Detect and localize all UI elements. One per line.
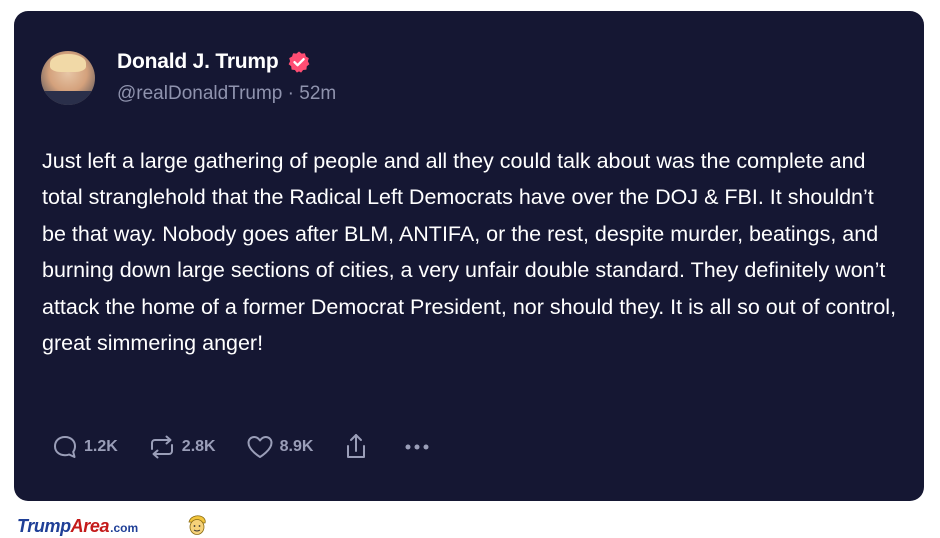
- like-count: 8.9K: [279, 438, 314, 455]
- more-icon: [405, 444, 429, 450]
- share-icon: [347, 434, 366, 458]
- handle-timestamp: @realDonaldTrump · 52m: [117, 83, 337, 104]
- repost-count: 2.8K: [181, 438, 216, 455]
- reply-count: 1.2K: [84, 438, 118, 455]
- watermark-part-1: Trump: [17, 516, 71, 536]
- avatar[interactable]: [41, 51, 95, 105]
- repost-icon: [150, 435, 173, 459]
- action-bar: 1.2K 2.8K 8.9K: [50, 431, 463, 463]
- post-card: Donald J. Trump @realDonaldTrump · 52m J…: [14, 11, 924, 501]
- post-text: Just left a large gathering of people an…: [42, 149, 897, 356]
- watermark-part-3: .com: [110, 521, 139, 535]
- verified-badge-icon: [288, 51, 309, 73]
- repost-button[interactable]: 2.8K: [146, 432, 216, 462]
- like-button[interactable]: 8.9K: [244, 432, 314, 462]
- reply-icon: [54, 436, 76, 458]
- watermark-part-2: Area: [70, 516, 110, 536]
- author-row: Donald J. Trump: [117, 49, 311, 75]
- avatar-suit: [41, 91, 95, 105]
- author-name[interactable]: Donald J. Trump: [117, 50, 279, 74]
- mascot-icon: [188, 515, 206, 535]
- watermark-logo: Trump Area .com: [17, 516, 138, 536]
- more-button[interactable]: [399, 432, 435, 462]
- like-icon: [247, 436, 273, 458]
- share-button[interactable]: [341, 431, 371, 463]
- reply-button[interactable]: 1.2K: [50, 432, 118, 462]
- avatar-hair: [50, 54, 86, 72]
